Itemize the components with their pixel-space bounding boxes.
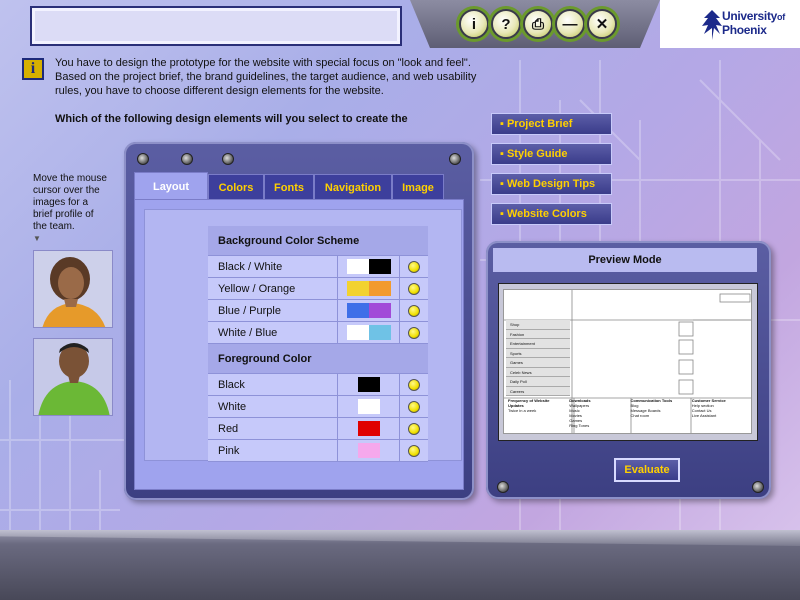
web-design-tips-button[interactable]: ▪ Web Design Tips — [491, 173, 612, 195]
radio-button[interactable] — [408, 260, 420, 273]
app-window: i ? ⎙ — ✕ Universityof Phoenix i You hav… — [0, 0, 800, 600]
option-label: Blue / Purple — [208, 300, 338, 321]
color-swatch — [338, 278, 400, 299]
option-label: White / Blue — [208, 322, 338, 343]
foreground-option-row: Red — [208, 418, 428, 440]
preview-footer-columns: Frequency of Website Updates Twice in a … — [505, 398, 750, 428]
screw-icon — [222, 153, 234, 165]
info-badge-icon: i — [22, 58, 44, 80]
tab-navigation[interactable]: Navigation — [314, 174, 392, 200]
radio-button[interactable] — [408, 304, 420, 317]
option-label: Red — [208, 418, 338, 439]
university-logo-text: Universityof Phoenix — [722, 9, 785, 37]
woman-portrait-icon — [34, 251, 112, 327]
title-display — [30, 6, 402, 46]
style-guide-button[interactable]: ▪ Style Guide — [491, 143, 612, 165]
design-tabs: Layout Colors Fonts Navigation Image — [134, 172, 444, 200]
radio-button[interactable] — [408, 444, 420, 457]
print-button[interactable]: ⎙ — [523, 9, 553, 39]
option-label: Yellow / Orange — [208, 278, 338, 299]
color-swatch — [338, 300, 400, 321]
color-swatch — [338, 322, 400, 343]
color-swatch — [338, 418, 400, 439]
background-option-row: Yellow / Orange — [208, 278, 428, 300]
radio-button[interactable] — [408, 400, 420, 413]
phoenix-logo-icon — [702, 10, 722, 40]
preview-column: Customer Service Help section Contact Us… — [691, 398, 726, 418]
foreground-color-heading: Foreground Color — [208, 344, 428, 374]
screw-icon — [137, 153, 149, 165]
preview-menu: Shop Fashion Entertainment Sports Games … — [506, 320, 570, 396]
info-icon: i — [471, 15, 477, 33]
color-swatch — [338, 440, 400, 461]
radio-button[interactable] — [408, 282, 420, 295]
color-swatch — [338, 374, 400, 395]
team-member-photo-woman[interactable] — [33, 250, 113, 328]
info-button[interactable]: i — [459, 9, 489, 39]
down-arrow-icon: ▼ — [33, 234, 41, 243]
tab-image[interactable]: Image — [392, 174, 444, 200]
radio-button[interactable] — [408, 378, 420, 391]
option-label: White — [208, 396, 338, 417]
minimize-button[interactable]: — — [555, 9, 585, 39]
close-icon: ✕ — [595, 16, 609, 33]
radio-button[interactable] — [408, 326, 420, 339]
preview-column: Downloads Wallpapers Music Movies Games … — [569, 398, 591, 428]
man-portrait-icon — [34, 339, 112, 415]
tab-fonts[interactable]: Fonts — [264, 174, 314, 200]
tab-layout[interactable]: Layout — [134, 172, 208, 200]
help-icon: ? — [501, 15, 511, 33]
instructions-text: You have to design the prototype for the… — [55, 57, 477, 97]
color-swatch — [338, 396, 400, 417]
top-bar: i ? ⎙ — ✕ Universityof Phoenix — [0, 0, 800, 50]
background-option-row: Black / White — [208, 256, 428, 278]
option-label: Pink — [208, 440, 338, 461]
help-button[interactable]: ? — [491, 9, 521, 39]
minimize-icon: — — [562, 15, 578, 33]
close-button[interactable]: ✕ — [587, 9, 617, 39]
print-icon: ⎙ — [531, 15, 544, 33]
color-swatch — [338, 256, 400, 277]
bottom-bar — [0, 530, 800, 600]
preview-column: Frequency of Website Updates Twice in a … — [508, 398, 550, 413]
screw-icon — [449, 153, 461, 165]
preview-column: Communication Tools Blog Message Boards … — [630, 398, 673, 418]
tab-colors[interactable]: Colors — [208, 174, 264, 200]
screw-icon — [497, 481, 509, 493]
background-option-row: Blue / Purple — [208, 300, 428, 322]
foreground-option-row: White — [208, 396, 428, 418]
question-text: Which of the following design elements w… — [55, 113, 408, 125]
background-scheme-heading: Background Color Scheme — [208, 226, 428, 256]
option-label: Black / White — [208, 256, 338, 277]
website-colors-button[interactable]: ▪ Website Colors — [491, 203, 612, 225]
option-label: Black — [208, 374, 338, 395]
team-member-photo-man[interactable] — [33, 338, 113, 416]
team-hint-text: Move the mouse cursor over the images fo… — [33, 173, 107, 232]
color-scheme-table: Background Color Scheme Black / White Ye… — [208, 226, 428, 462]
foreground-option-row: Pink — [208, 440, 428, 462]
preview-mode-title: Preview Mode — [493, 248, 757, 272]
project-brief-button[interactable]: ▪ Project Brief — [491, 113, 612, 135]
foreground-option-row: Black — [208, 374, 428, 396]
evaluate-button[interactable]: Evaluate — [614, 458, 680, 482]
radio-button[interactable] — [408, 422, 420, 435]
screw-icon — [181, 153, 193, 165]
screw-icon — [752, 481, 764, 493]
background-option-row: White / Blue — [208, 322, 428, 344]
